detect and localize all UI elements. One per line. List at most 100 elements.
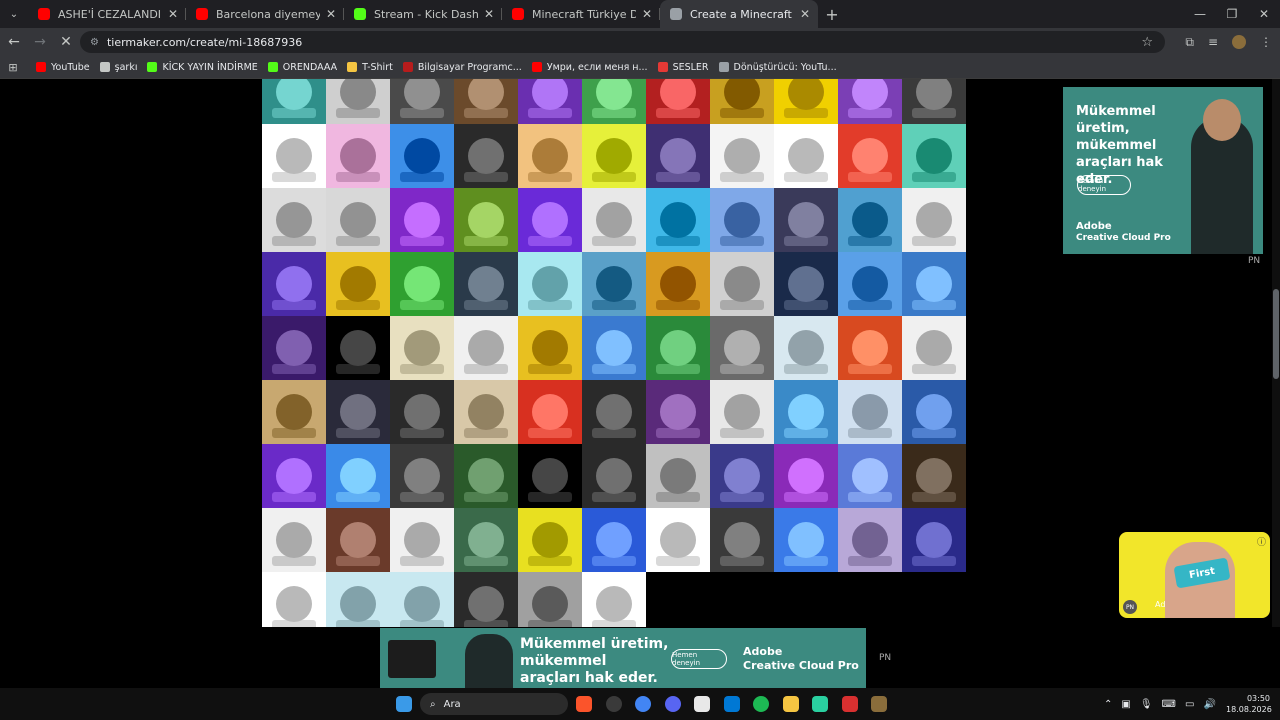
- side-advertisement[interactable]: Mükemmel üretim, mükemmel araçları hak e…: [1063, 87, 1263, 254]
- tab-close-icon[interactable]: ✕: [800, 7, 810, 21]
- discord-icon[interactable]: [664, 696, 681, 712]
- tier-item-image[interactable]: [262, 188, 326, 252]
- tier-item-image[interactable]: [710, 79, 774, 124]
- video-advertisement[interactable]: First PN Ad ⓘ: [1119, 532, 1270, 618]
- tier-item-image[interactable]: [454, 572, 518, 627]
- site-info-icon[interactable]: ⚙: [90, 37, 99, 48]
- taskbar-clock[interactable]: 03:50 18.08.2026: [1226, 693, 1272, 715]
- tier-item-image[interactable]: [838, 252, 902, 316]
- forward-icon[interactable]: →: [28, 34, 52, 50]
- taskbar-search[interactable]: ⌕ Ara: [420, 693, 568, 715]
- brave-icon[interactable]: [576, 696, 592, 712]
- tier-item-image[interactable]: [582, 124, 646, 188]
- capcut-icon[interactable]: [694, 696, 710, 712]
- bookmark-star-icon[interactable]: ☆: [1141, 35, 1153, 50]
- tier-item-image[interactable]: [646, 124, 710, 188]
- display-icon[interactable]: ▭: [1185, 699, 1194, 710]
- tier-item-image[interactable]: [646, 444, 710, 508]
- tier-item-image[interactable]: [390, 572, 454, 627]
- apps-grid-icon[interactable]: ⊞: [0, 61, 26, 74]
- bookmark-item[interactable]: YouTube: [36, 62, 90, 73]
- tier-item-image[interactable]: [262, 316, 326, 380]
- tier-item-image[interactable]: [582, 572, 646, 627]
- obs-icon[interactable]: [605, 696, 622, 712]
- tier-item-image[interactable]: [518, 572, 582, 627]
- app-icon[interactable]: [812, 696, 828, 712]
- tier-item-image[interactable]: [390, 444, 454, 508]
- ad-cta-button[interactable]: Hemen deneyin: [671, 649, 727, 669]
- bookmark-item[interactable]: ORENDAAA: [267, 62, 337, 73]
- tier-item-image[interactable]: [902, 316, 966, 380]
- tier-item-image[interactable]: [774, 188, 838, 252]
- tier-item-image[interactable]: [518, 124, 582, 188]
- tier-item-image[interactable]: [454, 380, 518, 444]
- bookmark-item[interactable]: şarkı: [99, 62, 137, 73]
- tier-item-image[interactable]: [646, 79, 710, 124]
- tier-item-image[interactable]: [326, 444, 390, 508]
- tier-item-image[interactable]: [902, 79, 966, 124]
- tier-item-image[interactable]: [710, 124, 774, 188]
- tier-item-image[interactable]: [902, 380, 966, 444]
- tier-item-image[interactable]: [518, 508, 582, 572]
- tier-item-image[interactable]: [518, 79, 582, 124]
- tier-item-image[interactable]: [326, 79, 390, 124]
- bottom-advertisement[interactable]: Mükemmel üretim, mükemmel araçları hak e…: [380, 628, 866, 688]
- tab-close-icon[interactable]: ✕: [642, 7, 652, 21]
- tier-item-image[interactable]: [582, 79, 646, 124]
- tray-app-icon[interactable]: ▣: [1121, 699, 1130, 710]
- tier-item-image[interactable]: [326, 508, 390, 572]
- tier-item-image[interactable]: [646, 380, 710, 444]
- tier-item-image[interactable]: [646, 508, 710, 572]
- tier-item-image[interactable]: [582, 508, 646, 572]
- restore-icon[interactable]: ❐: [1216, 0, 1248, 28]
- tier-item-image[interactable]: [710, 316, 774, 380]
- tier-item-image[interactable]: [838, 188, 902, 252]
- tier-item-image[interactable]: [518, 316, 582, 380]
- tier-item-image[interactable]: [710, 188, 774, 252]
- start-button-icon[interactable]: [396, 696, 412, 712]
- bookmark-item[interactable]: Умри, если меня н...: [531, 62, 648, 73]
- extensions-icon[interactable]: ⧉: [1185, 35, 1194, 50]
- tier-item-image[interactable]: [774, 444, 838, 508]
- tier-item-image[interactable]: [390, 508, 454, 572]
- tier-item-image[interactable]: [262, 508, 326, 572]
- tab-search-icon[interactable]: ⌄: [0, 0, 28, 28]
- tier-item-image[interactable]: [838, 380, 902, 444]
- tier-item-image[interactable]: [454, 316, 518, 380]
- tier-item-image[interactable]: [582, 188, 646, 252]
- tier-item-image[interactable]: [326, 252, 390, 316]
- app-red-icon[interactable]: [841, 696, 858, 712]
- tier-item-image[interactable]: [262, 380, 326, 444]
- bookmark-item[interactable]: SESLER: [657, 62, 709, 73]
- tier-item-image[interactable]: [710, 252, 774, 316]
- browser-tab[interactable]: Stream - Kick Dashboard ✕: [344, 0, 502, 28]
- tier-item-image[interactable]: [390, 79, 454, 124]
- scrollbar-thumb[interactable]: [1273, 289, 1279, 379]
- new-tab-button[interactable]: +: [818, 5, 846, 24]
- tier-item-image[interactable]: [390, 252, 454, 316]
- tier-item-image[interactable]: [518, 252, 582, 316]
- back-icon[interactable]: ←: [2, 34, 26, 50]
- tier-item-image[interactable]: [262, 79, 326, 124]
- tier-item-image[interactable]: [774, 316, 838, 380]
- tier-item-image[interactable]: [710, 380, 774, 444]
- minecraft-icon[interactable]: [871, 696, 887, 712]
- browser-tab[interactable]: Minecraft Türkiye Dramaları (yu ✕: [502, 0, 660, 28]
- tier-item-image[interactable]: [454, 188, 518, 252]
- tier-item-image[interactable]: [838, 508, 902, 572]
- tab-close-icon[interactable]: ✕: [484, 7, 494, 21]
- tier-item-image[interactable]: [262, 572, 326, 627]
- bookmark-item[interactable]: KİCK YAYIN İNDİRME: [147, 62, 258, 73]
- tier-item-image[interactable]: [902, 444, 966, 508]
- tier-item-image[interactable]: [582, 316, 646, 380]
- tier-item-image[interactable]: [390, 316, 454, 380]
- tier-item-image[interactable]: [454, 444, 518, 508]
- media-controls-icon[interactable]: ≡: [1208, 35, 1218, 49]
- tier-item-image[interactable]: [454, 508, 518, 572]
- tier-item-image[interactable]: [902, 252, 966, 316]
- microphone-icon[interactable]: 🎙: [1140, 699, 1153, 710]
- tier-item-image[interactable]: [902, 508, 966, 572]
- bookmark-item[interactable]: Bilgisayar Programc...: [402, 62, 522, 73]
- tier-item-image[interactable]: [326, 316, 390, 380]
- tier-item-image[interactable]: [454, 252, 518, 316]
